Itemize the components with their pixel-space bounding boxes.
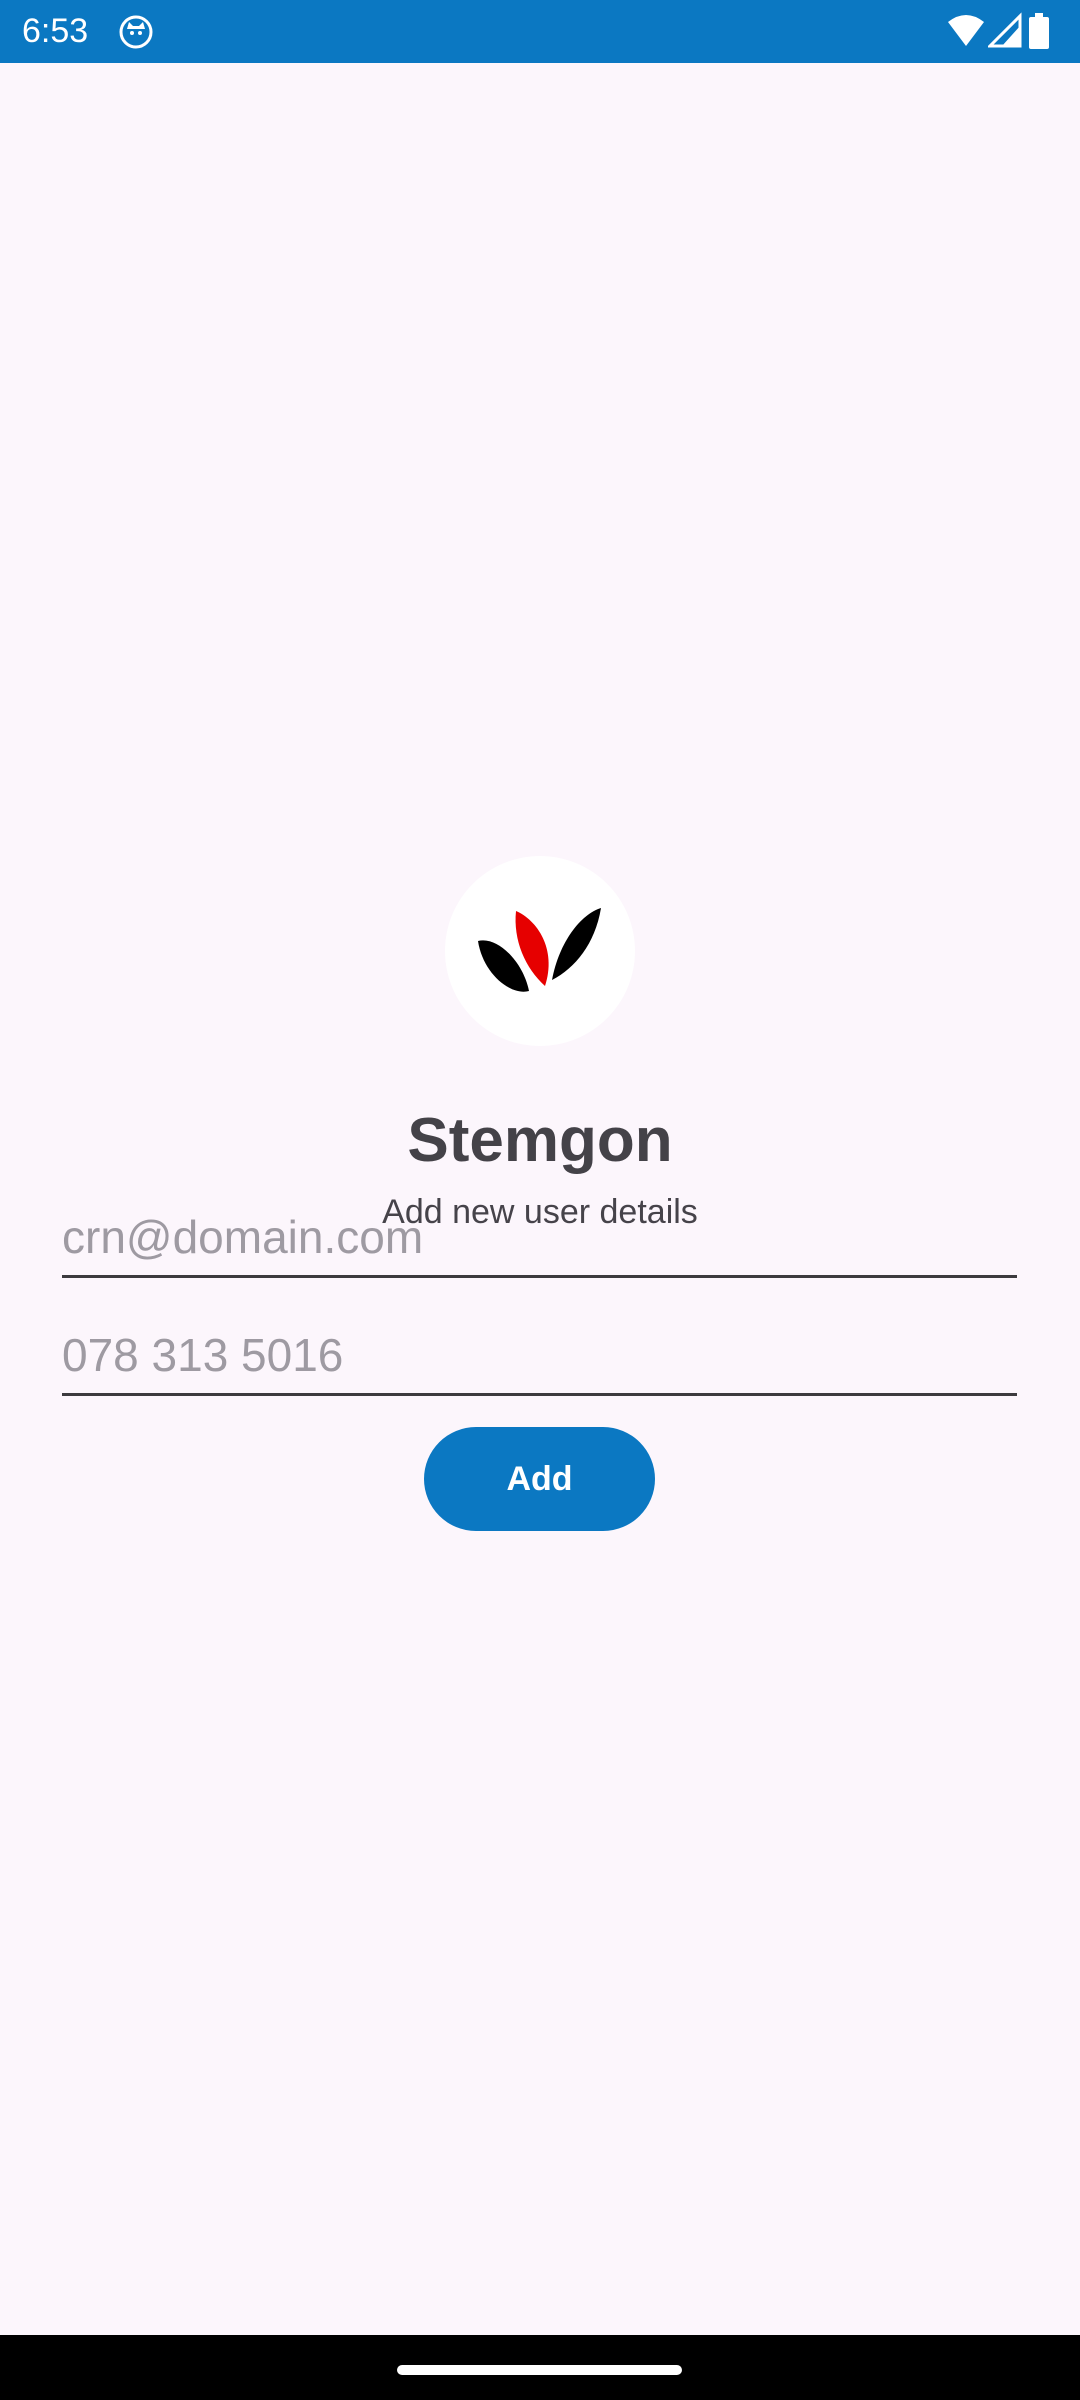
signal-icon xyxy=(988,12,1022,48)
cat-face-icon xyxy=(119,15,153,49)
add-button[interactable]: Add xyxy=(424,1427,655,1531)
app-title: Stemgon xyxy=(407,1106,673,1175)
phone-field[interactable] xyxy=(62,1326,1017,1396)
status-time: 6:53 xyxy=(22,12,89,50)
home-handle[interactable] xyxy=(397,2365,682,2375)
status-bar: 6:53 xyxy=(0,0,1080,63)
leaf-logo-icon xyxy=(478,908,601,992)
main-content: Stemgon Add new user details Add xyxy=(0,63,1080,2335)
wifi-icon xyxy=(948,15,984,46)
navigation-bar xyxy=(0,2335,1080,2400)
battery-icon xyxy=(1029,13,1049,49)
app-logo xyxy=(445,856,635,1046)
email-field[interactable] xyxy=(62,1208,1017,1278)
